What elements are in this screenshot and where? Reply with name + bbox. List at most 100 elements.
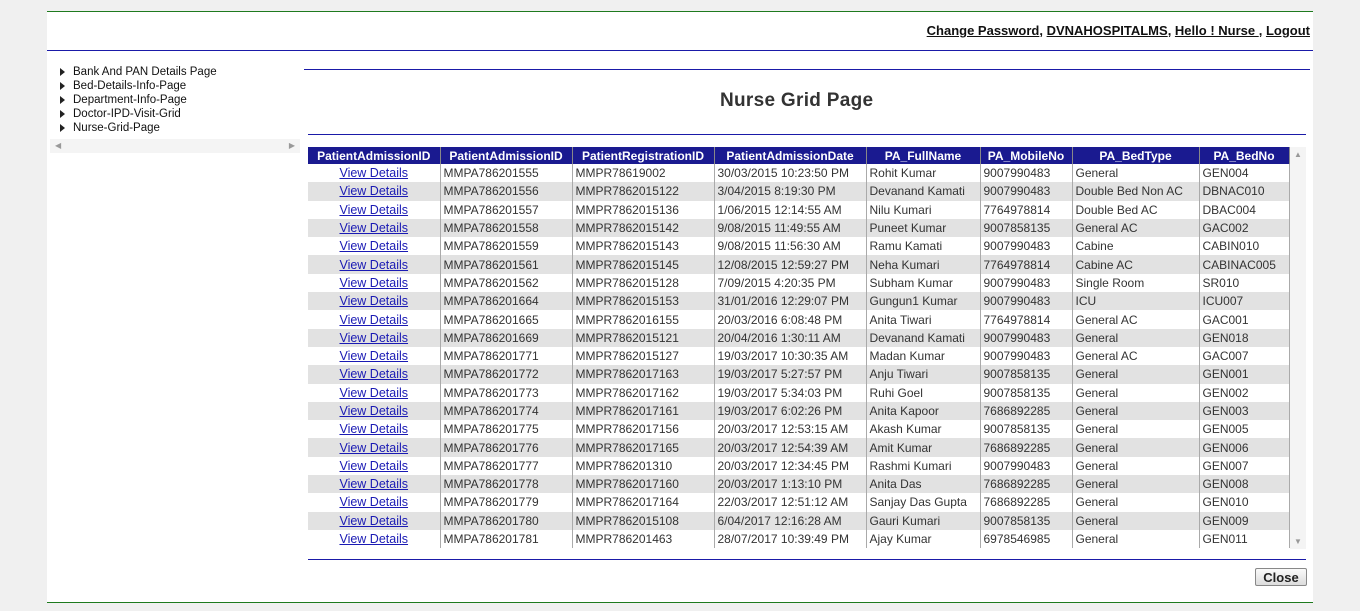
view-details-cell: View Details	[308, 292, 441, 311]
view-details-link[interactable]: View Details	[339, 239, 408, 253]
view-details-link[interactable]: View Details	[339, 441, 408, 455]
table-row: View Details MMPA786201772 MMPR7862017163 1…	[308, 365, 1290, 384]
table-cell: GEN007	[1199, 456, 1290, 476]
expand-arrow-icon[interactable]	[60, 95, 65, 104]
view-details-link[interactable]: View Details	[339, 166, 408, 180]
table-cell: CABIN010	[1199, 237, 1290, 256]
table-cell: ICU	[1072, 292, 1200, 311]
table-cell: 9007990483	[980, 292, 1073, 311]
view-details-cell: View Details	[308, 328, 441, 347]
scroll-left-icon[interactable]: ◀	[55, 141, 61, 150]
table-cell: Single Room	[1072, 273, 1200, 293]
table-cell: Neha Kumari	[866, 255, 981, 274]
table-cell: 12/08/2015 12:59:27 PM	[714, 255, 867, 274]
expand-arrow-icon[interactable]	[60, 67, 65, 76]
nav-tree-item[interactable]: Nurse-Grid-Page	[60, 121, 300, 135]
table-cell: 20/03/2017 12:53:15 AM	[714, 420, 867, 439]
view-details-link[interactable]: View Details	[339, 532, 408, 546]
table-cell: MMPR7862017165	[572, 438, 715, 457]
view-details-link[interactable]: View Details	[339, 184, 408, 198]
table-cell: GEN009	[1199, 511, 1290, 530]
table-row: View Details MMPA786201557 MMPR7862015136 1…	[308, 200, 1290, 219]
table-row: View Details MMPA786201778 MMPR7862017160 2…	[308, 475, 1290, 494]
grid-vertical-scrollbar[interactable]: ▲ ▼	[1290, 147, 1306, 549]
table-cell: Double Bed Non AC	[1072, 182, 1200, 201]
view-details-link[interactable]: View Details	[339, 459, 408, 473]
view-details-cell: View Details	[308, 218, 441, 238]
expand-arrow-icon[interactable]	[60, 81, 65, 90]
table-cell: Cabine AC	[1072, 255, 1200, 274]
tree-horizontal-scrollbar[interactable]: ◀ ▶	[50, 139, 300, 153]
view-details-link[interactable]: View Details	[339, 495, 408, 509]
grid-column-header: PA_BedNo	[1199, 147, 1290, 164]
table-cell: General	[1072, 529, 1200, 549]
table-cell: Anita Kapoor	[866, 401, 981, 421]
scroll-down-icon[interactable]: ▼	[1294, 537, 1302, 546]
table-cell: Subham Kumar	[866, 273, 981, 293]
grid-header-row: PatientAdmissionID PatientAdmissionID Pati…	[308, 147, 1290, 164]
view-details-link[interactable]: View Details	[339, 203, 408, 217]
table-cell: 9007990483	[980, 237, 1073, 256]
view-details-link[interactable]: View Details	[339, 477, 408, 491]
view-details-link[interactable]: View Details	[339, 221, 408, 235]
grid-bottom-rule	[308, 559, 1306, 560]
view-details-link[interactable]: View Details	[339, 258, 408, 272]
expand-arrow-icon[interactable]	[60, 109, 65, 118]
table-cell: 7/09/2015 4:20:35 PM	[714, 273, 867, 293]
table-cell: GEN010	[1199, 493, 1290, 512]
table-cell: MMPR786201310	[572, 456, 715, 476]
greeting-link[interactable]: Hello ! Nurse	[1175, 23, 1259, 38]
table-cell: MMPA786201665	[440, 310, 573, 329]
scroll-up-icon[interactable]: ▲	[1294, 150, 1302, 159]
view-details-link[interactable]: View Details	[339, 514, 408, 528]
nav-tree-item[interactable]: Bed-Details-Info-Page	[60, 79, 300, 93]
view-details-link[interactable]: View Details	[339, 276, 408, 290]
table-cell: 7686892285	[980, 493, 1073, 512]
nurse-grid: PatientAdmissionID PatientAdmissionID Pati…	[308, 147, 1306, 549]
view-details-link[interactable]: View Details	[339, 404, 408, 418]
table-row: View Details MMPA786201776 MMPR7862017165 2…	[308, 438, 1290, 457]
scroll-right-icon[interactable]: ▶	[289, 141, 295, 150]
table-cell: GEN001	[1199, 365, 1290, 384]
view-details-link[interactable]: View Details	[339, 367, 408, 381]
table-cell: 20/03/2016 6:08:48 PM	[714, 310, 867, 329]
table-cell: Akash Kumar	[866, 420, 981, 439]
view-details-cell: View Details	[308, 456, 441, 476]
grid-column-header: PA_MobileNo	[980, 147, 1073, 164]
nav-tree-item[interactable]: Doctor-IPD-Visit-Grid	[60, 107, 300, 121]
table-cell: General	[1072, 456, 1200, 476]
nav-tree-item[interactable]: Department-Info-Page	[60, 93, 300, 107]
logout-link[interactable]: Logout	[1266, 23, 1310, 38]
view-details-link[interactable]: View Details	[339, 422, 408, 436]
table-cell: General	[1072, 475, 1200, 494]
view-details-link[interactable]: View Details	[339, 349, 408, 363]
view-details-cell: View Details	[308, 346, 441, 366]
page-title: Nurse Grid Page	[720, 90, 874, 111]
view-details-link[interactable]: View Details	[339, 313, 408, 327]
grid-column-header: PatientAdmissionDate	[714, 147, 867, 164]
table-cell: Ajay Kumar	[866, 529, 981, 549]
table-cell: Ramu Kamati	[866, 237, 981, 256]
nav-tree-item[interactable]: Bank And PAN Details Page	[60, 65, 300, 79]
change-password-link[interactable]: Change Password	[927, 23, 1040, 38]
table-cell: MMPA786201775	[440, 420, 573, 439]
view-details-cell: View Details	[308, 164, 441, 183]
table-cell: GEN011	[1199, 529, 1290, 549]
table-cell: MMPR7862015127	[572, 346, 715, 366]
view-details-link[interactable]: View Details	[339, 331, 408, 345]
view-details-link[interactable]: View Details	[339, 294, 408, 308]
table-row: View Details MMPA786201665 MMPR7862016155 2…	[308, 310, 1290, 329]
table-cell: MMPR7862017162	[572, 383, 715, 402]
hospital-link[interactable]: DVNAHOSPITALMS	[1047, 23, 1168, 38]
table-cell: MMPA786201557	[440, 200, 573, 219]
view-details-link[interactable]: View Details	[339, 386, 408, 400]
expand-arrow-icon[interactable]	[60, 123, 65, 132]
table-cell: Gauri Kumari	[866, 511, 981, 530]
view-details-cell: View Details	[308, 200, 441, 219]
table-cell: GAC002	[1199, 218, 1290, 238]
table-cell: MMPR78619002	[572, 164, 715, 183]
table-cell: MMPR7862017160	[572, 475, 715, 494]
table-cell: 9007990483	[980, 346, 1073, 366]
close-button[interactable]: Close	[1255, 568, 1307, 586]
table-cell: 9007858135	[980, 511, 1073, 530]
